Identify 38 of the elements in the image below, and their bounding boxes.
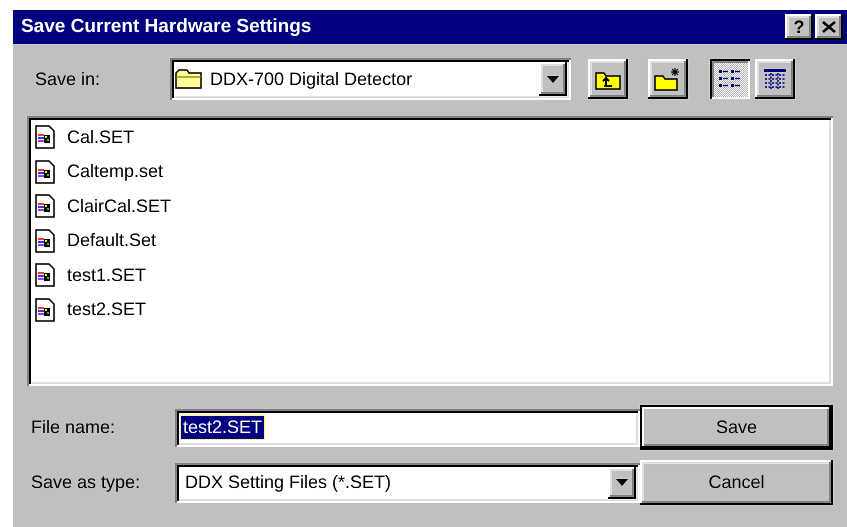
folder-icon xyxy=(174,68,204,90)
file-name[interactable]: test2.SET xyxy=(67,299,146,320)
settings-file-icon xyxy=(35,125,55,150)
file-type-dropdown[interactable]: DDX Setting Files (*.SET) xyxy=(175,462,640,502)
settings-file-icon xyxy=(35,228,55,253)
up-folder-button[interactable] xyxy=(588,59,628,99)
save-as-type-label: Save as type: xyxy=(30,472,142,493)
settings-file-icon xyxy=(35,160,55,184)
details-view-button[interactable] xyxy=(755,59,795,99)
file-name[interactable]: test1.SET xyxy=(67,264,146,286)
file-name-label: File name: xyxy=(30,417,116,438)
close-icon xyxy=(822,21,836,33)
close-button[interactable] xyxy=(815,14,843,40)
file-name-text: test2.SET xyxy=(181,416,264,439)
settings-file-icon xyxy=(35,194,55,218)
file-name[interactable]: Cal.SET xyxy=(67,126,134,148)
settings-file-icon xyxy=(35,298,55,322)
save-button[interactable]: Save xyxy=(640,405,833,450)
save-in-label: Save in: xyxy=(34,68,102,90)
file-name[interactable]: ClairCal.SET xyxy=(67,196,172,217)
help-button[interactable]: ? xyxy=(785,14,813,40)
list-view-icon xyxy=(717,68,743,90)
dropdown-arrow-icon xyxy=(616,479,628,486)
file-name[interactable]: Default.Set xyxy=(67,230,156,252)
file-name[interactable]: Caltemp.set xyxy=(67,161,164,182)
window-title: Save Current Hardware Settings xyxy=(21,16,312,38)
folder-name: DDX-700 Digital Detector xyxy=(209,68,414,90)
dropdown-arrow-icon xyxy=(547,76,559,82)
file-name-field[interactable]: test2.SET xyxy=(175,408,640,446)
settings-file-icon xyxy=(35,263,55,288)
cancel-button[interactable]: Cancel xyxy=(640,460,833,505)
list-view-button[interactable] xyxy=(710,59,750,99)
save-in-dropdown[interactable]: DDX-700 Digital Detector xyxy=(170,58,571,100)
dropdown-button[interactable] xyxy=(608,466,636,498)
dropdown-button[interactable] xyxy=(539,62,567,96)
file-type-text: DDX Setting Files (*.SET) xyxy=(184,472,392,493)
new-folder-button[interactable] xyxy=(648,59,688,99)
details-view-icon xyxy=(762,67,788,91)
